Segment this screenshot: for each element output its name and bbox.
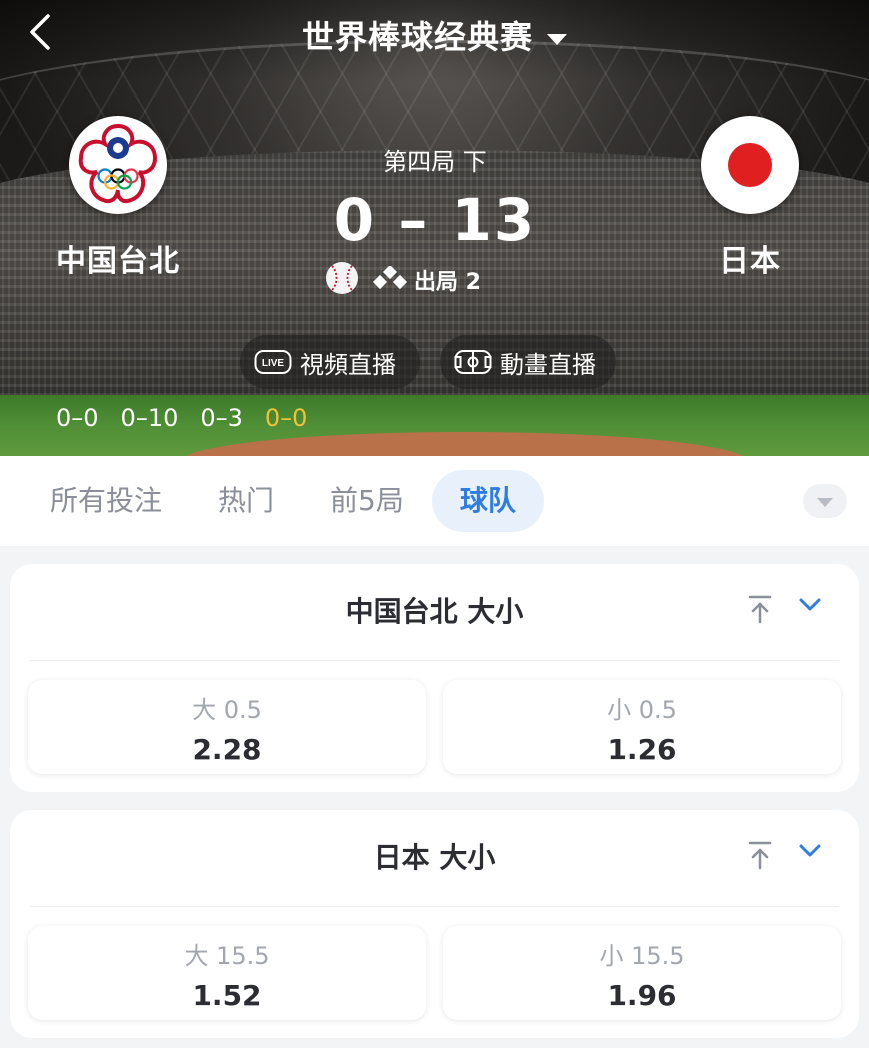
pitch-field-icon <box>454 350 492 374</box>
baseball-icon <box>326 262 358 294</box>
inning-score-1: 0–0 <box>56 404 99 432</box>
league-selector[interactable]: 世界棒球经典赛 <box>0 12 869 58</box>
market-tabs: 所有投注 热门 前5局 球队 <box>0 456 869 546</box>
live-tv-icon: LIVE <box>254 350 292 374</box>
inning-scores: 0–0 0–10 0–3 0–0 <box>56 404 307 432</box>
odds-label: 大 0.5 <box>192 696 262 724</box>
bases-diamond-icon <box>372 266 408 290</box>
live-video-button[interactable]: LIVE 視頻直播 <box>240 335 420 389</box>
inning-score-3: 0–3 <box>200 404 243 432</box>
outs-count: 出局 2 <box>414 270 481 295</box>
caret-down-icon <box>547 33 567 45</box>
inning-score-4-current: 0–0 <box>264 404 308 432</box>
odds-value: 1.26 <box>607 733 677 766</box>
inning-status: 出局 2 <box>320 258 560 298</box>
odds-value: 1.96 <box>607 979 677 1012</box>
odds-button-over[interactable]: 大 15.5 1.52 <box>28 926 426 1020</box>
odds-label: 大 15.5 <box>184 942 270 970</box>
japan-flag-logo <box>701 116 799 214</box>
inning-score-2: 0–10 <box>120 404 179 432</box>
tab-team[interactable]: 球队 <box>431 470 544 532</box>
league-title: 世界棒球经典赛 <box>301 18 533 56</box>
tab-all-bets[interactable]: 所有投注 <box>22 470 190 532</box>
chevron-down-icon[interactable] <box>797 842 823 860</box>
rising-sun-icon <box>728 143 772 187</box>
match-header: 世界棒球经典赛 中国台北 日本 第四局 下 0 – 13 出局 2 LIVE 視… <box>0 0 869 456</box>
odds-label: 小 0.5 <box>607 696 677 724</box>
market-title: 中国台北 大小 <box>345 595 524 628</box>
chinese-taipei-logo <box>69 116 167 214</box>
odds-button-under[interactable]: 小 0.5 1.26 <box>443 680 841 774</box>
market-title: 日本 大小 <box>373 841 496 874</box>
chevron-down-icon[interactable] <box>797 596 823 614</box>
away-team: 日本 <box>680 116 820 280</box>
plum-blossom-olympic-icon <box>72 119 164 211</box>
odds-value: 1.52 <box>192 979 262 1012</box>
match-score: 0 – 13 <box>333 186 537 254</box>
odds-button-over[interactable]: 大 0.5 2.28 <box>28 680 426 774</box>
divider <box>30 906 839 907</box>
animation-live-label: 動畫直播 <box>500 350 596 379</box>
odds-button-under[interactable]: 小 15.5 1.96 <box>443 926 841 1020</box>
odds-value: 2.28 <box>192 733 262 766</box>
tab-first-5-innings[interactable]: 前5局 <box>302 470 432 532</box>
pin-to-top-icon[interactable] <box>747 840 773 870</box>
tab-popular[interactable]: 热门 <box>190 470 302 532</box>
live-video-label: 視頻直播 <box>300 350 396 379</box>
expand-tabs-button[interactable] <box>803 484 847 518</box>
odds-label: 小 15.5 <box>599 942 685 970</box>
pin-to-top-icon[interactable] <box>747 594 773 624</box>
home-team: 中国台北 <box>48 116 188 280</box>
divider <box>30 660 839 661</box>
game-period: 第四局 下 <box>383 148 487 176</box>
market-card: 日本 大小 大 15.5 1.52 小 15.5 1.96 <box>10 810 859 1038</box>
svg-text:LIVE: LIVE <box>262 358 285 369</box>
away-team-name: 日本 <box>719 244 781 279</box>
market-card: 中国台北 大小 大 0.5 2.28 小 0.5 1.26 <box>10 564 859 792</box>
animation-live-button[interactable]: 動畫直播 <box>440 335 616 389</box>
home-team-name: 中国台北 <box>56 244 180 279</box>
